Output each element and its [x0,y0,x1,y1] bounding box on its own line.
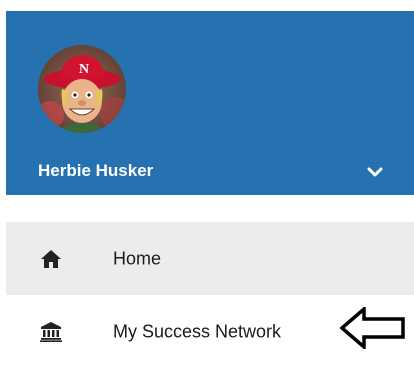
profile-header: N Herbie Husker [6,11,414,195]
user-row[interactable]: Herbie Husker [38,159,414,185]
svg-text:N: N [79,62,89,77]
nav-item-label: Home [113,248,162,268]
bank-building-icon [40,321,62,343]
user-avatar: N [38,45,126,133]
herbie-avatar-icon: N [38,45,126,133]
nav-item-label: My Success Network [113,321,282,341]
home-icon [40,248,62,270]
chevron-down-icon[interactable] [364,161,386,183]
user-name: Herbie Husker [38,161,154,180]
nav-item-home[interactable]: Home [6,222,414,295]
left-arrow-outline-icon [339,305,406,351]
